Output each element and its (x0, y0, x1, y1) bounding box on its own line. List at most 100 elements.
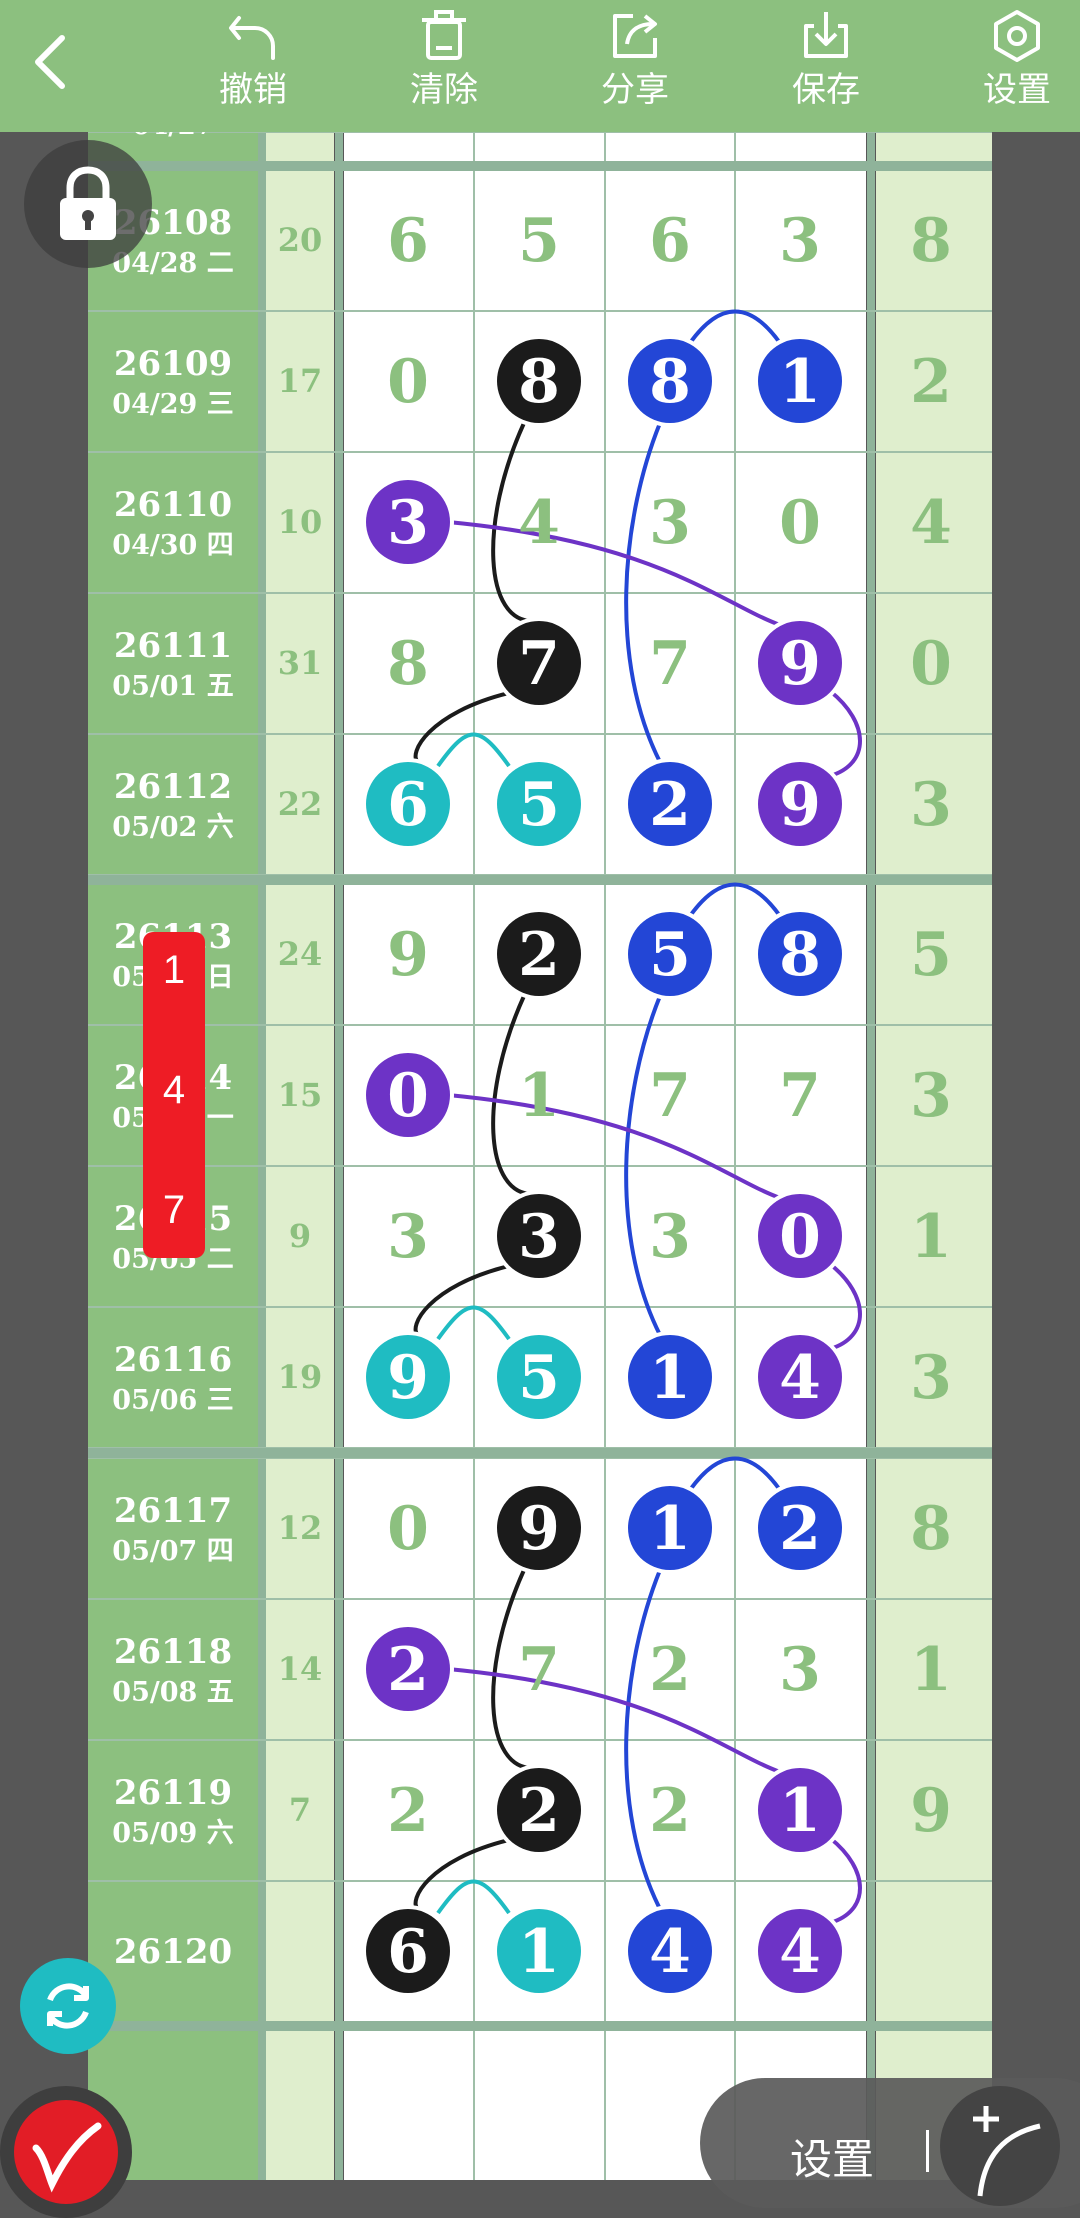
ball-digit: 6 (387, 770, 429, 840)
group-divider (88, 161, 992, 171)
ball-digit: 3 (387, 488, 429, 558)
ball-digit: 8 (649, 347, 691, 417)
sum-value: 7 (289, 1791, 311, 1829)
sum-value: 17 (278, 362, 323, 400)
last-column-bg (876, 132, 992, 2180)
add-curve-icon (973, 2106, 1041, 2197)
sum-column-bg (266, 132, 334, 2180)
last-digit-value: 3 (910, 770, 952, 840)
pen-tool-button[interactable] (0, 2086, 132, 2218)
ball-digit: 9 (387, 1343, 429, 1413)
refresh-icon (47, 1983, 89, 2029)
digit-value: 3 (779, 1635, 821, 1705)
ball-digit: 6 (387, 1917, 429, 1987)
issue-number: 26109 (114, 344, 232, 384)
digit-value: 9 (387, 920, 429, 990)
ball-digit: 0 (387, 1061, 429, 1131)
digit-value: 7 (649, 1061, 691, 1131)
digit-option[interactable]: 4 (143, 1068, 205, 1113)
refresh-button[interactable] (20, 1958, 116, 2054)
last-digit-value: 3 (910, 1061, 952, 1131)
ball-digit: 2 (387, 1635, 429, 1705)
ball-digit: 2 (649, 770, 691, 840)
issue-date: 05/06 三 (112, 1385, 233, 1416)
digit-value: 7 (518, 1635, 560, 1705)
ball-digit: 2 (518, 1776, 560, 1846)
column-separator (867, 132, 875, 2180)
back-button[interactable] (18, 22, 88, 102)
issue-number: 26111 (114, 626, 232, 666)
share-label: 分享 (601, 71, 669, 109)
ball-digit: 5 (518, 1343, 560, 1413)
ball-digit: 9 (779, 629, 821, 699)
digit-value: 2 (387, 1776, 429, 1846)
last-digit-value: 4 (910, 488, 952, 558)
ball-digit: 4 (779, 1917, 821, 1987)
last-digit-value: 8 (910, 1494, 952, 1564)
digit-value: 3 (649, 1202, 691, 1272)
digit-value: 8 (387, 629, 429, 699)
digit-value: 0 (387, 347, 429, 417)
sum-value: 9 (289, 1217, 311, 1255)
sum-value: 15 (278, 1076, 323, 1114)
ball-digit: 2 (518, 920, 560, 990)
sum-value: 10 (278, 503, 323, 541)
lock-icon (60, 166, 116, 240)
download-icon (804, 12, 848, 58)
column-separator (335, 132, 343, 2180)
settings-label: 设置 (983, 71, 1051, 109)
save-button[interactable]: 保存 (766, 0, 886, 132)
ball-digit: 7 (518, 629, 560, 699)
undo-button[interactable]: 撤销 (193, 0, 313, 132)
ball-digit: 1 (649, 1343, 691, 1413)
ball-digit: 9 (779, 770, 821, 840)
sum-value: 12 (278, 1509, 323, 1547)
gear-icon (994, 10, 1040, 62)
digit-value: 3 (779, 206, 821, 276)
digit-option[interactable]: 1 (143, 948, 205, 993)
digit-selector-bar[interactable]: 1 4 7 (143, 932, 205, 1258)
digit-value: 0 (779, 488, 821, 558)
digit-value: 3 (649, 488, 691, 558)
undo-icon (229, 16, 275, 60)
last-digit-value: 8 (910, 206, 952, 276)
sum-value: 31 (278, 644, 323, 682)
share-button[interactable]: 分享 (575, 0, 695, 132)
issue-number: 26110 (114, 485, 232, 525)
add-line-button[interactable] (940, 2086, 1060, 2206)
lock-button[interactable] (24, 140, 152, 268)
top-toolbar: 撤销 清除 分享 保存 设置 (0, 0, 1080, 132)
last-digit-value: 3 (910, 1343, 952, 1413)
bottom-settings-pill[interactable]: 设置 (700, 2078, 1080, 2208)
settings-button[interactable]: 设置 (957, 0, 1077, 132)
last-digit-value: 0 (910, 629, 952, 699)
last-digit-value: 1 (910, 1635, 952, 1705)
ball-digit: 1 (779, 347, 821, 417)
pill-divider (926, 2130, 929, 2172)
clear-button[interactable]: 清除 (384, 0, 504, 132)
last-digit-value: 5 (910, 920, 952, 990)
last-digit-value: 1 (910, 1202, 952, 1272)
digit-value: 0 (387, 1494, 429, 1564)
sum-value: 14 (278, 1650, 323, 1688)
sum-value: 19 (278, 1358, 323, 1396)
digit-value: 3 (387, 1202, 429, 1272)
ball-digit: 0 (779, 1202, 821, 1272)
group-divider (88, 875, 992, 885)
chevron-left-icon (35, 35, 65, 89)
ball-digit: 8 (518, 347, 560, 417)
bottom-settings-label[interactable]: 设置 (790, 2126, 874, 2187)
digit-value: 6 (387, 206, 429, 276)
digit-value: 6 (649, 206, 691, 276)
share-icon (613, 14, 657, 58)
last-digit-value: 2 (910, 347, 952, 417)
sum-value: 20 (278, 221, 323, 259)
group-divider (88, 1448, 992, 1458)
column-separator (258, 132, 266, 2180)
digit-value: 7 (779, 1061, 821, 1131)
sum-value: 22 (278, 785, 323, 823)
ball-digit: 5 (649, 920, 691, 990)
digit-value: 4 (518, 488, 560, 558)
trash-icon (422, 10, 466, 60)
digit-option[interactable]: 7 (143, 1188, 205, 1233)
